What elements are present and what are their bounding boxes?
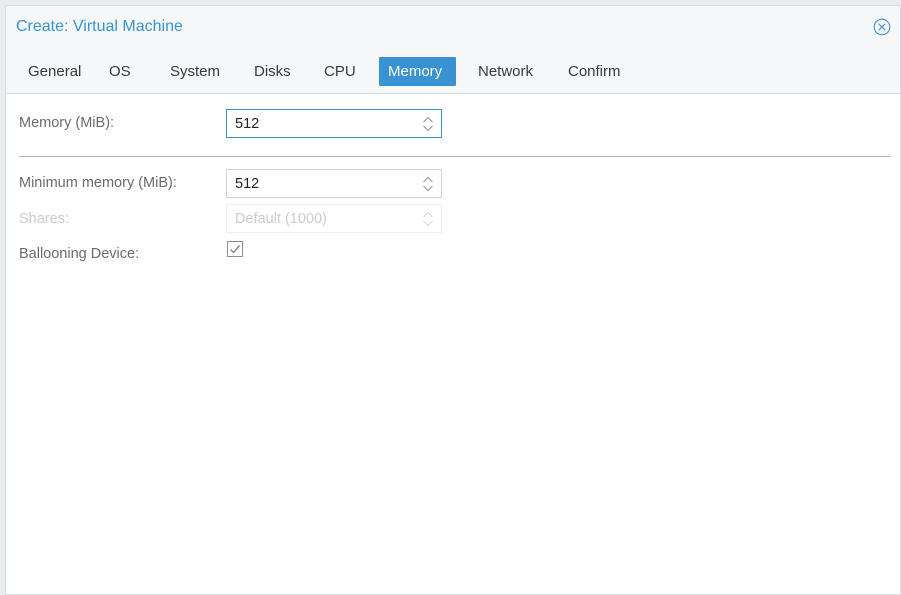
memory-label: Memory (MiB): <box>19 115 115 131</box>
tab-cpu[interactable]: CPU <box>315 57 365 86</box>
dialog-titlebar: Create: Virtual Machine <box>6 6 900 50</box>
ballooning-checkbox[interactable] <box>227 241 243 257</box>
shares-field <box>226 204 442 233</box>
memory-panel: Memory (MiB): Minimum memory (MiB): Shar… <box>6 94 900 594</box>
shares-label: Shares: <box>19 211 69 227</box>
shares-input <box>227 205 412 232</box>
close-icon[interactable] <box>873 18 891 36</box>
shares-spinner-icon <box>423 211 433 227</box>
tab-memory[interactable]: Memory <box>379 57 456 86</box>
form-divider <box>19 156 890 157</box>
tab-system[interactable]: System <box>161 57 229 86</box>
memory-spinner-icon[interactable] <box>421 114 435 134</box>
memory-input[interactable] <box>227 110 412 137</box>
ballooning-label: Ballooning Device: <box>19 246 140 262</box>
min-memory-field <box>226 169 442 198</box>
min-memory-input[interactable] <box>227 170 412 197</box>
tab-os[interactable]: OS <box>100 57 140 86</box>
tab-confirm[interactable]: Confirm <box>559 57 630 86</box>
memory-field <box>226 109 442 138</box>
tab-general[interactable]: General <box>19 57 90 86</box>
tab-disks[interactable]: Disks <box>245 57 300 86</box>
create-vm-dialog: Create: Virtual Machine General OS Syste… <box>5 5 901 595</box>
min-memory-spinner-icon[interactable] <box>421 174 435 194</box>
min-memory-label: Minimum memory (MiB): <box>19 175 177 191</box>
wizard-tabs: General OS System Disks CPU Memory Netwo… <box>6 50 900 94</box>
tab-network[interactable]: Network <box>469 57 542 86</box>
dialog-title: Create: Virtual Machine <box>16 18 183 35</box>
